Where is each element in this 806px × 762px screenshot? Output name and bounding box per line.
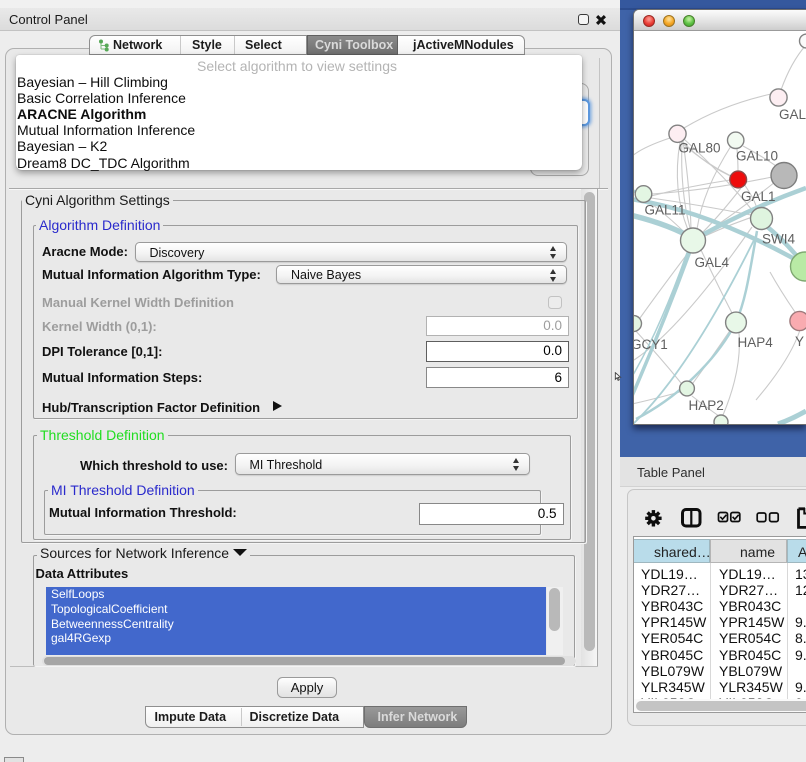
svg-text:GAL10: GAL10 [736,149,778,164]
svg-text:GAL11: GAL11 [645,203,686,218]
svg-text:Y: Y [795,334,804,349]
svg-text:GAL4: GAL4 [695,255,730,270]
svg-text:HAP4: HAP4 [738,335,774,350]
svg-text:GCY1: GCY1 [634,337,668,352]
svg-text:HAP2: HAP2 [689,398,724,413]
svg-text:SWI4: SWI4 [762,232,795,247]
svg-text:GAL80: GAL80 [679,141,721,156]
svg-text:GAL8: GAL8 [779,107,806,122]
svg-text:GAL1: GAL1 [741,189,776,204]
